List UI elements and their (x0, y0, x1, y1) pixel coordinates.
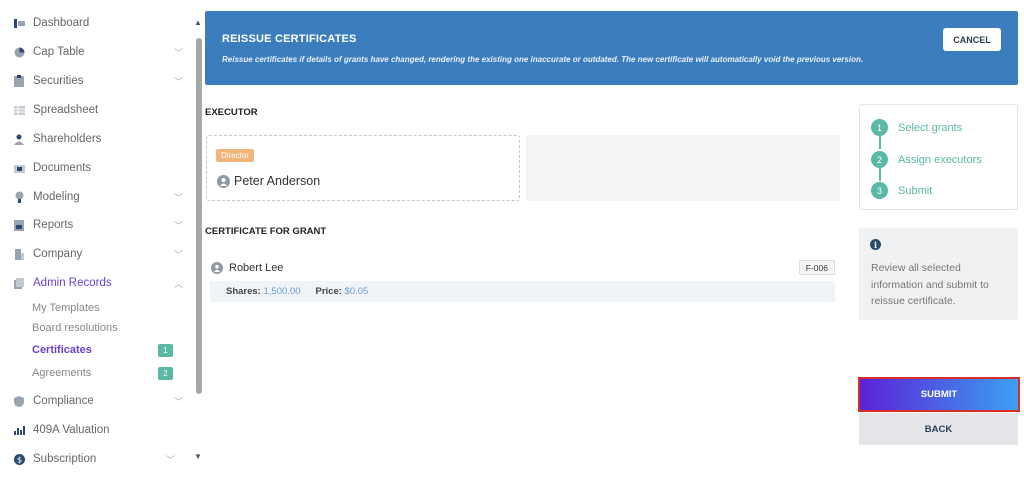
sidebar-item-label: Securities (33, 75, 84, 87)
chevron-up-icon: ︿ (173, 278, 183, 289)
sidebar-item-spreadsheet[interactable]: Spreadsheet (0, 98, 193, 122)
executor-card[interactable]: Director Peter Anderson (206, 135, 520, 201)
sidebar-subitem-my-templates[interactable]: My Templates (32, 299, 182, 317)
sidebar-item-label: 409A Valuation (33, 424, 110, 436)
records-icon (13, 277, 25, 289)
sidebar-item-securities[interactable]: Securities ﹀ (0, 69, 193, 93)
page-subtitle: Reissue certificates if details of grant… (222, 55, 864, 64)
grant-section-title: CERTIFICATE FOR GRANT (205, 226, 327, 237)
step-select-grants: 1 Select grants (871, 119, 962, 136)
grant-details: Shares: 1,500.00 Price: $0.05 (210, 281, 835, 302)
shield-icon (13, 395, 25, 407)
step-connector (879, 167, 881, 181)
grant-holder: Robert Lee (211, 262, 283, 274)
shares-label: Shares: (226, 286, 261, 297)
sidebar-item-compliance[interactable]: Compliance ﹀ (0, 389, 193, 413)
chevron-down-icon: ﹀ (173, 249, 183, 260)
sidebar-item-company[interactable]: Company ﹀ (0, 242, 193, 266)
sidebar-item-label: Admin Records (33, 277, 112, 289)
chevron-down-icon: ﹀ (173, 47, 183, 58)
sidebar-item-documents[interactable]: Documents (0, 156, 193, 180)
sidebar-subitem-board-resolutions[interactable]: Board resolutions (32, 319, 182, 337)
cancel-button[interactable]: CANCEL (943, 28, 1001, 51)
step-number: 3 (871, 182, 888, 199)
sidebar-item-label: Cap Table (33, 46, 85, 58)
executor-person: Peter Anderson (217, 174, 320, 188)
chart-icon (13, 424, 25, 436)
step-assign-executors: 2 Assign executors (871, 151, 982, 168)
sidebar-subitem-label: My Templates (32, 302, 100, 314)
scroll-up-arrow-icon[interactable]: ▲ (194, 18, 202, 27)
role-badge: Director (216, 149, 255, 162)
chevron-down-icon: ﹀ (165, 454, 175, 465)
progress-stepper: 1 Select grants 2 Assign executors 3 Sub… (859, 104, 1018, 210)
sidebar-item-modeling[interactable]: Modeling ﹀ (0, 185, 193, 209)
sidebar-subitem-label: Agreements (32, 367, 92, 379)
scroll-down-arrow-icon[interactable]: ▼ (194, 452, 202, 461)
folder-icon (13, 162, 25, 174)
spreadsheet-icon (13, 104, 25, 116)
sidebar-item-admin-records[interactable]: Admin Records ︿ (0, 271, 193, 295)
chevron-down-icon: ﹀ (173, 76, 183, 87)
sidebar-item-dashboard[interactable]: Dashboard (0, 11, 193, 35)
clipboard-icon (13, 75, 25, 87)
app-root: Dashboard Cap Table ﹀ Securities ﹀ Sprea… (0, 0, 1024, 477)
building-icon (13, 248, 25, 260)
sidebar-item-cap-table[interactable]: Cap Table ﹀ (0, 40, 193, 64)
grant-id-badge: F-006 (798, 260, 835, 275)
person-icon (13, 133, 25, 145)
sidebar-scrollbar-thumb[interactable] (196, 38, 202, 394)
sidebar-item-label: Documents (33, 162, 92, 174)
sidebar-item-subscription[interactable]: $ Subscription ﹀ (0, 447, 193, 471)
step-connector (879, 135, 881, 149)
back-button[interactable]: BACK (859, 413, 1018, 445)
certificates-count-badge: 1 (158, 344, 173, 357)
svg-text:$: $ (16, 455, 21, 464)
step-submit: 3 Submit (871, 182, 932, 199)
step-label: Submit (898, 184, 933, 197)
sidebar-subitem-label: Board resolutions (32, 322, 118, 334)
sidebar-item-label: Company (33, 248, 83, 260)
lightbulb-icon (13, 191, 25, 203)
sidebar-item-label: Dashboard (33, 17, 90, 29)
chevron-down-icon: ﹀ (173, 396, 183, 407)
info-text: Review all selected information and subm… (871, 262, 989, 307)
step-label: Assign executors (898, 153, 982, 166)
sidebar-subitem-label: Certificates (32, 344, 92, 356)
page-title: REISSUE CERTIFICATES (222, 33, 357, 45)
price-label: Price: (315, 286, 342, 297)
pie-chart-icon (13, 46, 25, 58)
report-icon (13, 219, 25, 231)
sidebar: Dashboard Cap Table ﹀ Securities ﹀ Sprea… (0, 0, 193, 477)
price-value: $0.05 (344, 286, 369, 297)
step-label: Select grants (898, 121, 963, 134)
sidebar-item-label: Compliance (33, 395, 94, 407)
submit-button[interactable]: SUBMIT (858, 377, 1020, 412)
sidebar-item-shareholders[interactable]: Shareholders (0, 127, 193, 151)
sidebar-item-label: Subscription (33, 453, 97, 465)
step-number: 2 (871, 151, 888, 168)
chevron-down-icon: ﹀ (173, 220, 183, 231)
sidebar-item-409a-valuation[interactable]: 409A Valuation (0, 418, 193, 442)
sidebar-item-label: Spreadsheet (33, 104, 99, 116)
executor-section-title: EXECUTOR (205, 107, 258, 118)
sidebar-item-label: Shareholders (33, 133, 102, 145)
sidebar-item-label: Modeling (33, 191, 80, 203)
page-header-banner: REISSUE CERTIFICATES Reissue certificate… (205, 11, 1018, 85)
info-box: i Review all selected information and su… (859, 228, 1018, 320)
agreements-count-badge: 2 (158, 367, 173, 380)
avatar (211, 262, 223, 274)
dollar-icon: $ (13, 453, 25, 465)
shares-value: 1,500.00 (263, 286, 301, 297)
info-icon: i (870, 239, 881, 250)
step-number: 1 (871, 119, 888, 136)
grant-holder-name: Robert Lee (229, 262, 284, 274)
sidebar-item-reports[interactable]: Reports ﹀ (0, 213, 193, 237)
chevron-down-icon: ﹀ (173, 192, 183, 203)
executor-empty-slot[interactable] (526, 135, 840, 201)
avatar (217, 174, 230, 188)
dashboard-icon (13, 17, 25, 29)
executor-name: Peter Anderson (234, 174, 321, 188)
sidebar-item-label: Reports (33, 219, 74, 231)
